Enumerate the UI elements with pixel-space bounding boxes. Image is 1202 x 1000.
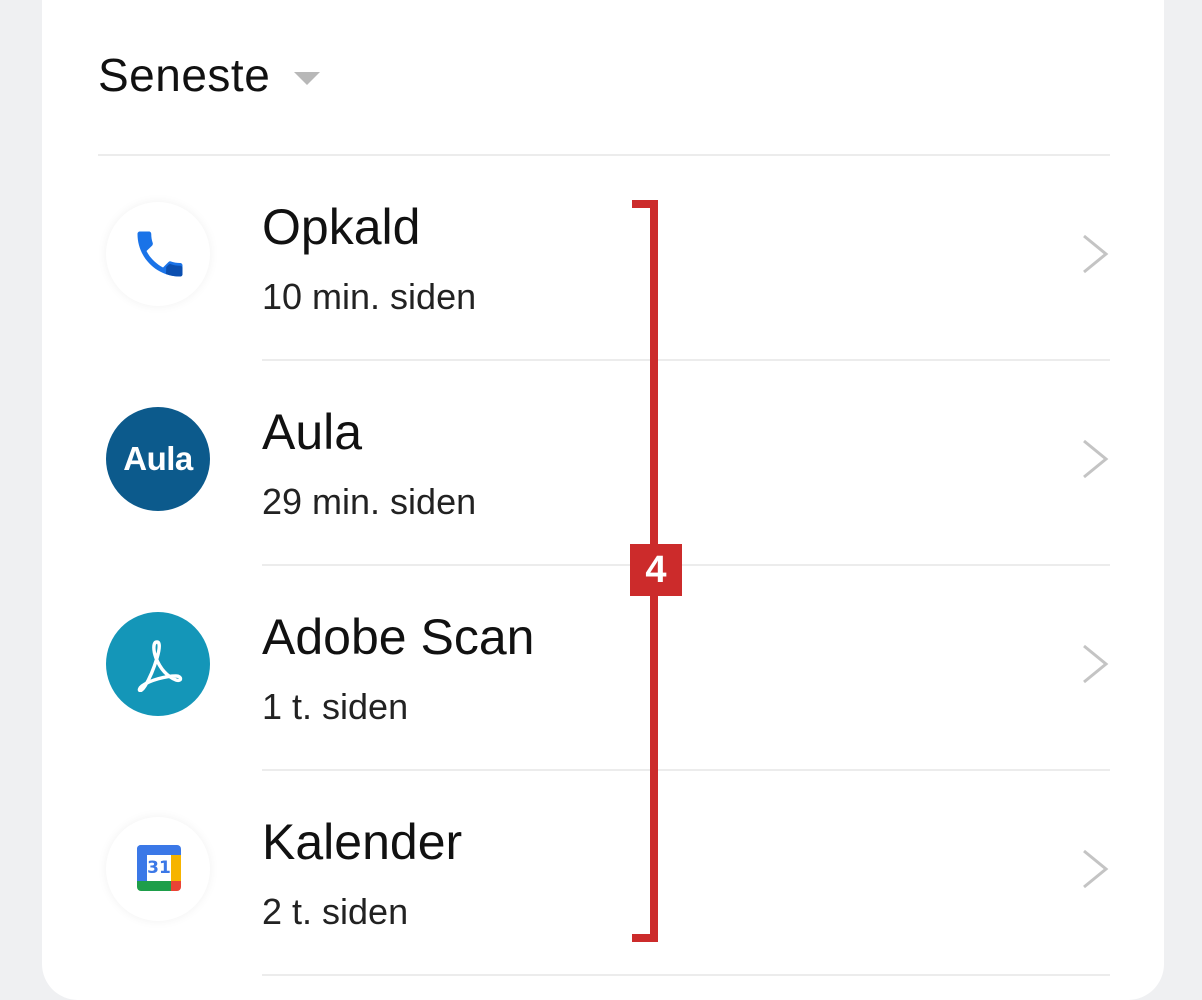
item-title: Opkald — [262, 199, 421, 255]
list-item-aula[interactable]: Aula Aula 29 min. siden — [42, 361, 1164, 566]
item-timestamp: 29 min. siden — [262, 481, 477, 522]
item-timestamp: 1 t. siden — [262, 686, 409, 727]
caret-down-icon — [294, 71, 321, 85]
phone-icon — [106, 202, 210, 306]
calendar-icon: 31 — [106, 817, 210, 921]
item-timestamp: 2 t. siden — [262, 891, 409, 932]
list-item-kalender[interactable]: 31 Kalender 2 t. siden — [42, 771, 1164, 976]
item-title: Kalender — [262, 814, 463, 870]
chevron-right-icon — [1083, 849, 1109, 889]
chevron-right-icon — [1083, 439, 1109, 479]
annotation-bracket-top — [632, 200, 658, 208]
aula-icon: Aula — [106, 407, 210, 511]
annotation-bracket-bottom — [632, 934, 658, 942]
section-title: Seneste — [98, 49, 271, 101]
recent-dropdown[interactable]: Seneste — [98, 40, 321, 110]
annotation-badge: 4 — [630, 544, 682, 596]
calendar-date: 31 — [147, 858, 171, 878]
item-title: Aula — [262, 404, 363, 460]
list-item-adobe-scan[interactable]: Adobe Scan 1 t. siden — [42, 566, 1164, 771]
item-title: Adobe Scan — [262, 609, 535, 665]
chevron-right-icon — [1083, 234, 1109, 274]
adobe-scan-icon — [106, 612, 210, 716]
list-item-opkald[interactable]: Opkald 10 min. siden — [42, 156, 1164, 361]
recent-apps-card: Seneste Opkald 10 min. siden Aula Aula 2… — [42, 0, 1164, 1000]
item-timestamp: 10 min. siden — [262, 276, 477, 317]
chevron-right-icon — [1083, 644, 1109, 684]
